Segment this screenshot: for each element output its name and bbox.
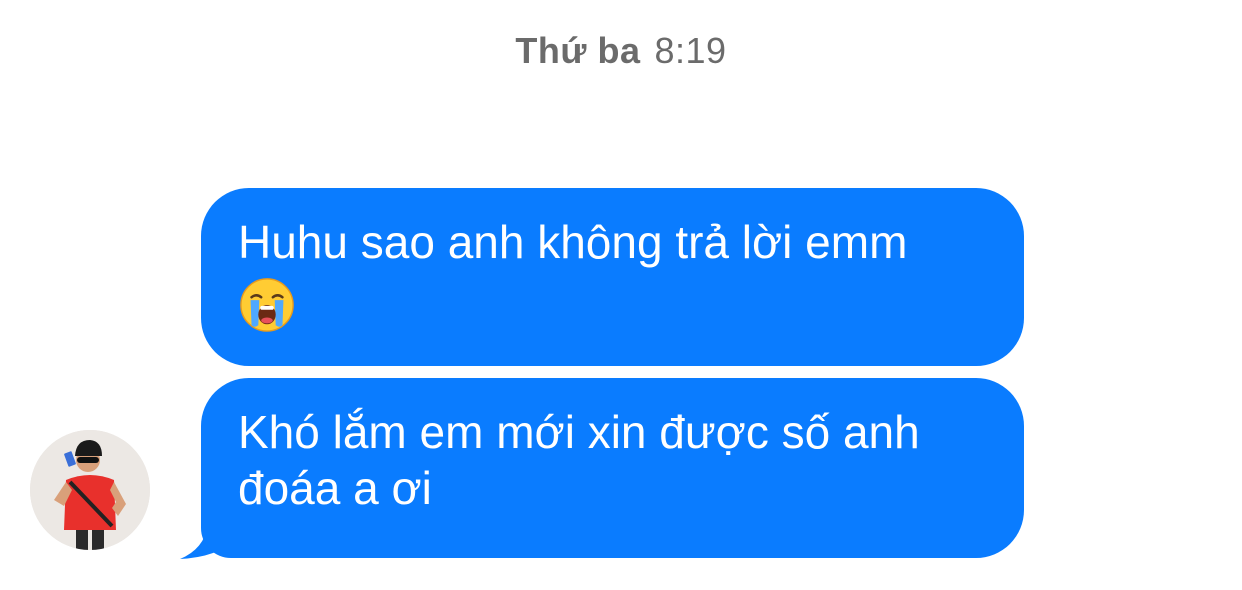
message-text-line: đoáa a ơi: [238, 462, 432, 514]
avatar-image: [30, 430, 150, 550]
timestamp-day: Thứ ba: [515, 30, 641, 71]
message-bubble[interactable]: Huhu sao anh không trả lời emm: [201, 188, 1024, 366]
message-bubble[interactable]: Khó lắm em mới xin được số anh đoáa a ơi: [201, 378, 1024, 558]
chat-screen: Thứ ba 8:19 Huhu sao anh không trả lời em…: [0, 0, 1242, 590]
sender-avatar[interactable]: [30, 430, 150, 550]
timestamp-time: 8:19: [654, 30, 727, 71]
message-text: Huhu sao anh không trả lời emm: [238, 216, 908, 268]
message-text-line: Khó lắm em mới xin được số anh: [238, 406, 920, 458]
message-timestamp: Thứ ba 8:19: [0, 30, 1242, 72]
loudly-crying-face-icon: [240, 277, 294, 332]
